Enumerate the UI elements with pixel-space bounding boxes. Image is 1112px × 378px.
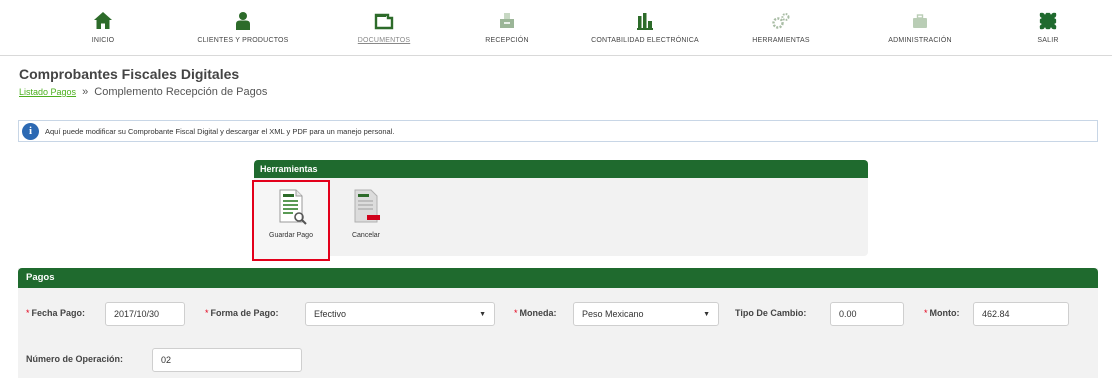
nav-item-administracion[interactable]: ADMINISTRACIÓN xyxy=(860,4,980,52)
breadcrumb-link-listado-pagos[interactable]: Listado Pagos xyxy=(19,87,76,97)
nav-label-documentos: DOCUMENTOS xyxy=(357,37,411,44)
required-marker: * xyxy=(514,308,518,318)
pagos-panel: Pagos *Fecha Pago: *Forma de Pago: Efect… xyxy=(18,268,1098,378)
forma-pago-value: Efectivo xyxy=(314,309,347,319)
nav-label-contabilidad: CONTABILIDAD ELECTRÓNICA xyxy=(591,37,699,44)
tipo-cambio-input[interactable] xyxy=(830,302,904,326)
pagos-panel-title: Pagos xyxy=(18,268,1098,288)
breadcrumb: Listado Pagos » Complemento Recepción de… xyxy=(19,86,267,98)
bar-chart-icon xyxy=(637,13,653,30)
gears-icon xyxy=(772,13,790,29)
moneda-value: Peso Mexicano xyxy=(582,309,644,319)
required-marker: * xyxy=(26,308,30,318)
info-message-bar: i Aquí puede modificar su Comprobante Fi… xyxy=(18,120,1098,142)
save-payment-label: Guardar Pago xyxy=(269,232,313,239)
folder-icon xyxy=(374,13,394,30)
tools-panel: Herramientas Guardar Pago Cancelar xyxy=(252,160,868,261)
info-icon: i xyxy=(22,122,39,140)
moneda-select[interactable]: Peso Mexicano ▼ xyxy=(573,302,719,326)
inbox-icon xyxy=(500,13,514,28)
nav-label-inicio: INICIO xyxy=(91,37,115,44)
nav-item-inicio[interactable]: INICIO xyxy=(43,4,163,52)
forma-pago-select[interactable]: Efectivo ▼ xyxy=(305,302,495,326)
user-icon xyxy=(236,12,250,30)
tipo-cambio-label: Tipo De Cambio: xyxy=(735,308,807,318)
nav-item-documentos[interactable]: DOCUMENTOS xyxy=(324,4,444,52)
breadcrumb-current: Complemento Recepción de Pagos xyxy=(94,86,268,98)
nav-label-administracion: ADMINISTRACIÓN xyxy=(888,37,952,44)
cancel-button[interactable]: Cancelar xyxy=(336,182,396,254)
info-message-text: Aquí puede modificar su Comprobante Fisc… xyxy=(45,126,395,136)
briefcase-icon xyxy=(913,14,927,28)
chevron-down-icon: ▼ xyxy=(703,310,710,318)
nav-item-salir[interactable]: SALIR xyxy=(988,4,1108,52)
chevron-down-icon: ▼ xyxy=(479,310,486,318)
nav-item-clientes-productos[interactable]: CLIENTES Y PRODUCTOS xyxy=(183,4,303,52)
nav-label-clientes: CLIENTES Y PRODUCTOS xyxy=(197,37,289,44)
monto-input[interactable] xyxy=(973,302,1069,326)
monto-label: * Monto: xyxy=(924,308,960,318)
required-marker: * xyxy=(924,308,928,318)
nav-item-herramientas[interactable]: HERRAMIENTAS xyxy=(721,4,841,52)
nav-label-salir: SALIR xyxy=(1037,37,1059,44)
fecha-pago-input[interactable] xyxy=(105,302,185,326)
puzzle-exit-icon xyxy=(1039,12,1057,30)
numero-operacion-label: Número de Operación: xyxy=(26,354,124,364)
nav-item-recepcion[interactable]: RECEPCIÓN xyxy=(447,4,567,52)
forma-pago-label: * Forma de Pago: xyxy=(205,308,279,318)
save-payment-button[interactable]: Guardar Pago xyxy=(252,180,330,261)
tools-panel-title: Herramientas xyxy=(254,160,868,178)
cancel-label: Cancelar xyxy=(351,232,380,239)
document-cancel-icon xyxy=(354,189,380,223)
document-search-icon xyxy=(279,189,307,225)
required-marker: * xyxy=(205,308,209,318)
breadcrumb-separator: » xyxy=(82,86,89,98)
fecha-pago-label: * Fecha Pago: xyxy=(26,308,86,318)
moneda-label: * Moneda: xyxy=(514,308,557,318)
nav-label-recepcion: RECEPCIÓN xyxy=(485,37,529,44)
nav-label-herramientas: HERRAMIENTAS xyxy=(752,37,810,44)
page-title: Comprobantes Fiscales Digitales xyxy=(19,66,240,82)
home-icon xyxy=(94,12,112,29)
nav-item-contabilidad[interactable]: CONTABILIDAD ELECTRÓNICA xyxy=(585,4,705,52)
top-navigation: INICIO CLIENTES Y PRODUCTOS DOCUMENTOS R… xyxy=(0,0,1112,56)
numero-operacion-input[interactable] xyxy=(152,348,302,372)
